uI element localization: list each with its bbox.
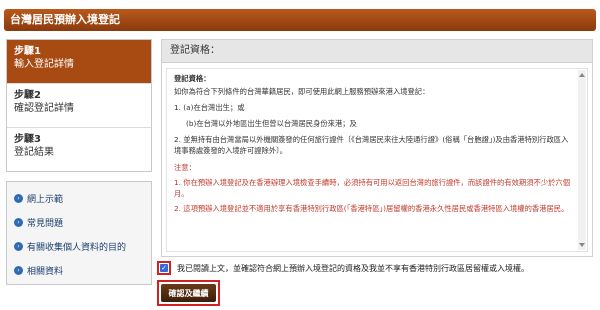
eligibility-panel: 登記資格： 登記資格： 如你為符合下列條件的台灣華籍居民，即可使用此網上服務預辦… bbox=[161, 39, 593, 257]
arrow-circle-icon: › bbox=[14, 265, 23, 275]
agree-checkbox[interactable]: ✓ bbox=[160, 264, 168, 272]
note-label: 注意： bbox=[174, 163, 196, 172]
note-1: 1. 你在預辦入境登記及在香港辦理入境檢查手續時，必須持有可用以返回台灣的旅行證… bbox=[174, 178, 571, 198]
agree-row: ✓ 我已閱讀上文，並確認符合網上預辦入境登記的資格及我並不享有香港特別行政區居留… bbox=[157, 260, 597, 276]
arrow-circle-icon: › bbox=[14, 217, 23, 227]
link-label[interactable]: 相關資料 bbox=[27, 264, 63, 277]
link-label[interactable]: 網上示範 bbox=[27, 192, 63, 205]
step-label: 確認登記詳情 bbox=[14, 103, 74, 114]
step-label: 輸入登記詳情 bbox=[14, 59, 74, 70]
step-number: 步驟1 bbox=[14, 46, 41, 57]
confirm-button-highlight: 確認及繼續 bbox=[157, 280, 220, 306]
steps-nav: 步驟1 輸入登記詳情 步驟2 確認登記詳情 步驟3 登記結果 bbox=[6, 39, 152, 172]
step-number: 步驟3 bbox=[14, 134, 41, 145]
link-related-info[interactable]: › 相關資料 bbox=[7, 258, 151, 282]
step-number: 步驟2 bbox=[14, 90, 41, 101]
link-label[interactable]: 常見問題 bbox=[27, 216, 63, 229]
step-3: 步驟3 登記結果 bbox=[7, 128, 151, 172]
step-label: 登記結果 bbox=[14, 147, 54, 158]
eligibility-text-box[interactable]: 登記資格： 如你為符合下列條件的台灣華籍居民，即可使用此網上服務預辦來港入境登記… bbox=[166, 68, 588, 252]
agree-text: 我已閱讀上文，並確認符合網上預辦入境登記的資格及我並不享有香港特別行政區居留權或… bbox=[177, 263, 529, 273]
panel-header: 登記資格： bbox=[162, 40, 592, 63]
eligibility-title: 登記資格： bbox=[174, 74, 211, 83]
agree-checkbox-highlight: ✓ bbox=[157, 261, 171, 275]
scroll-down-icon[interactable] bbox=[579, 243, 585, 247]
arrow-circle-icon: › bbox=[14, 193, 23, 203]
link-privacy-purpose[interactable]: › 有關收集個人資料的目的 bbox=[7, 234, 151, 258]
arrow-circle-icon: › bbox=[14, 241, 23, 251]
eligibility-item-1b: (b)在台灣以外地區出生但曾以台灣居民身份來港；及 bbox=[186, 119, 357, 128]
step-1: 步驟1 輸入登記詳情 bbox=[7, 40, 151, 84]
note-2: 2. 這項預辦入境登記並不適用於享有香港特別行政區(「香港特區」)居留權的香港永… bbox=[174, 204, 569, 213]
scrollbar[interactable] bbox=[578, 70, 586, 250]
step-2: 步驟2 確認登記詳情 bbox=[7, 84, 151, 128]
eligibility-item-1: 1. (a)在台灣出生；或 bbox=[174, 103, 245, 112]
eligibility-item-2: 2. 並無持有由台灣當局以外機關簽發的任何旅行證件〔《台灣居民來往大陸通行證》(… bbox=[174, 135, 569, 155]
link-label[interactable]: 有關收集個人資料的目的 bbox=[27, 240, 126, 253]
confirm-continue-button[interactable]: 確認及繼續 bbox=[161, 284, 216, 302]
link-faq[interactable]: › 常見問題 bbox=[7, 210, 151, 234]
related-links: › 網上示範 › 常見問題 › 有關收集個人資料的目的 › 相關資料 bbox=[6, 181, 152, 285]
link-online-demo[interactable]: › 網上示範 bbox=[7, 186, 151, 210]
page-title-bar: 台灣居民預辦入境登記 bbox=[4, 9, 596, 31]
eligibility-intro: 如你為符合下列條件的台灣華籍居民，即可使用此網上服務預辦來港入境登記： bbox=[174, 87, 430, 96]
page-title: 台灣居民預辦入境登記 bbox=[10, 13, 120, 26]
scroll-up-icon[interactable] bbox=[579, 73, 585, 77]
